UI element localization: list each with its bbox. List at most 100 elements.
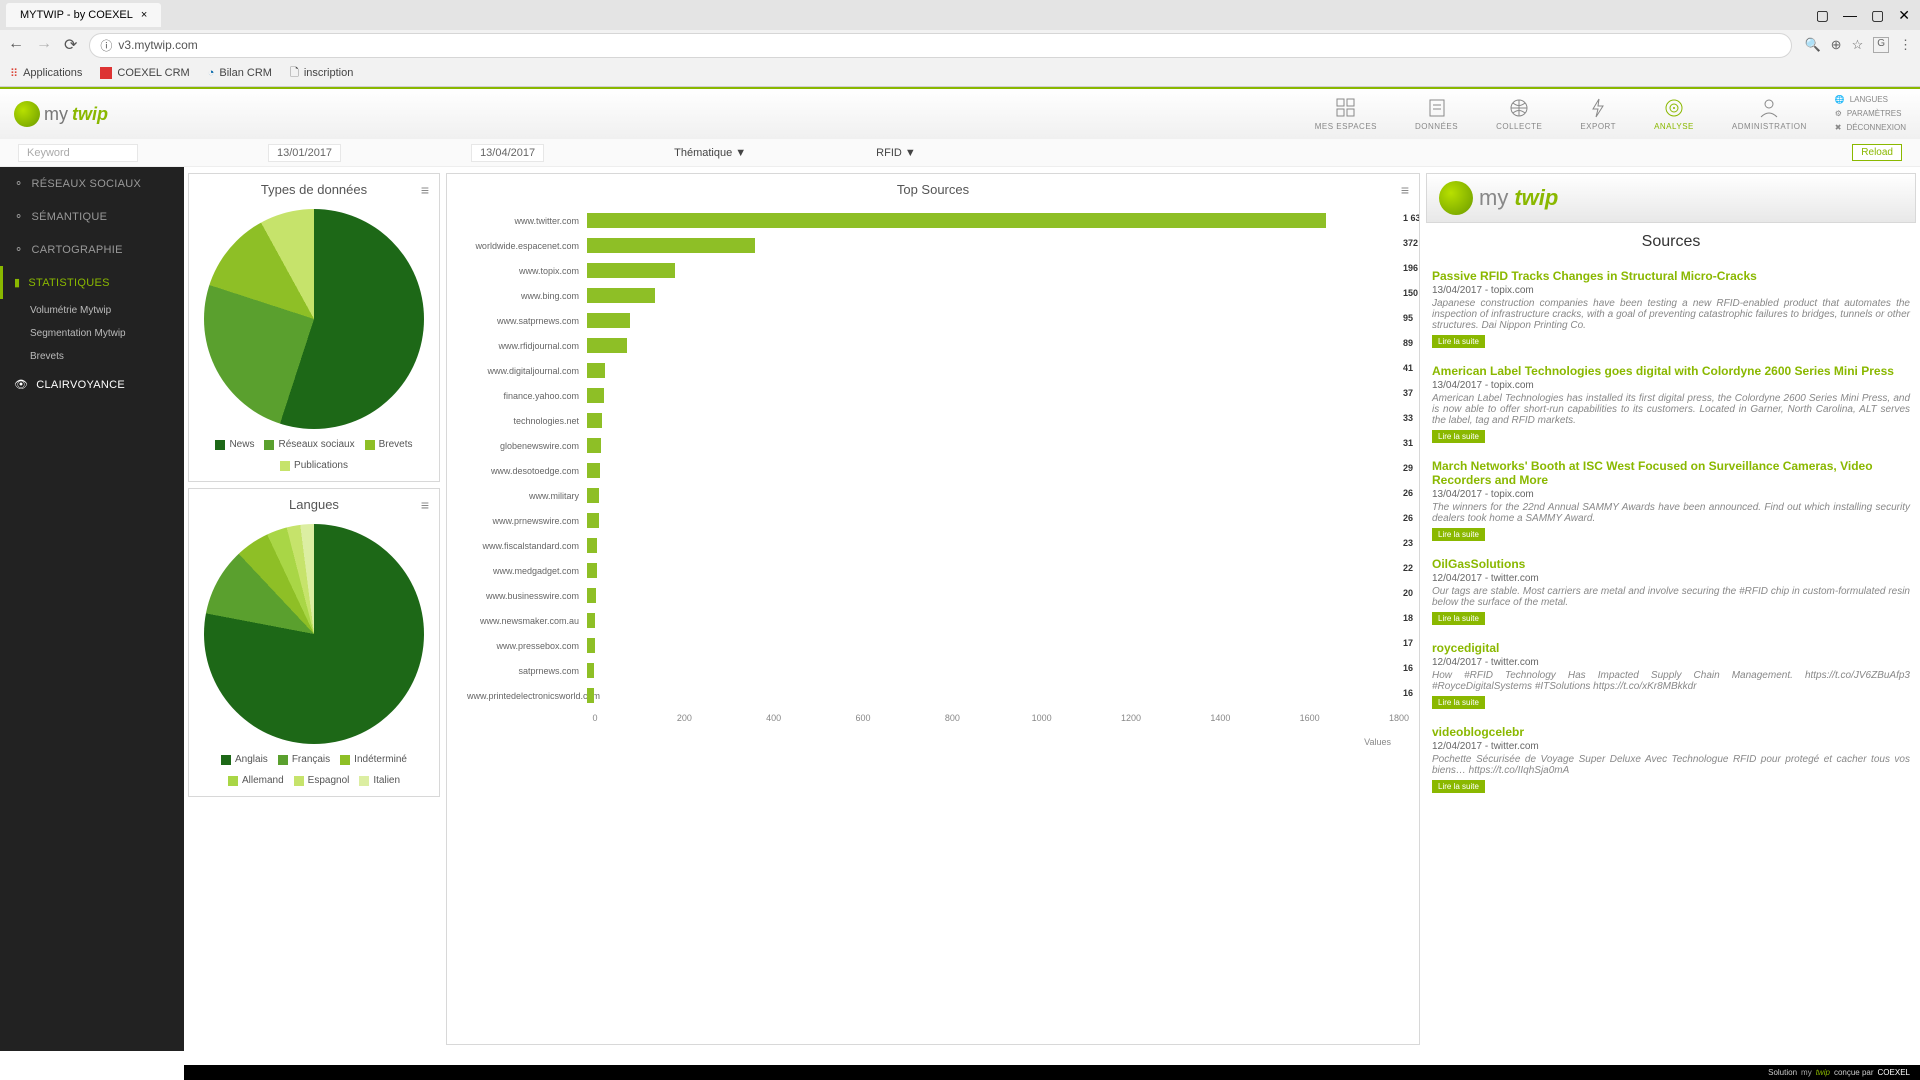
menu-icon[interactable]: ⋮ <box>1899 37 1912 53</box>
tab-bar: MYTWIP - by COEXEL × ▢ — ▢ ✕ <box>0 0 1920 30</box>
bar-fill[interactable]: 31 <box>587 438 601 453</box>
bar-fill[interactable]: 29 <box>587 463 600 478</box>
legend-item[interactable]: Réseaux sociaux <box>264 439 354 450</box>
bar-fill[interactable]: 16 <box>587 688 594 703</box>
util-langues[interactable]: 🌐LANGUES <box>1835 93 1906 107</box>
bar-fill[interactable]: 26 <box>587 488 599 503</box>
legend-item[interactable]: Anglais <box>221 754 268 765</box>
nav-export[interactable]: EXPORT <box>1580 97 1616 131</box>
bar-fill[interactable]: 41 <box>587 363 605 378</box>
util-parametres[interactable]: ⚙PARAMÈTRES <box>1835 107 1906 121</box>
sidebar-item-semantique[interactable]: ⚬SÉMANTIQUE <box>0 200 184 233</box>
article-title[interactable]: Passive RFID Tracks Changes in Structura… <box>1432 269 1910 283</box>
nav-admin[interactable]: ADMINISTRATION <box>1732 97 1807 131</box>
legend-item[interactable]: News <box>215 439 254 450</box>
bar-fill[interactable]: 150 <box>587 288 655 303</box>
user-icon[interactable]: ▢ <box>1816 7 1829 24</box>
bar-fill[interactable]: 26 <box>587 513 599 528</box>
article: March Networks' Booth at ISC West Focuse… <box>1426 451 1916 549</box>
nav-analyse[interactable]: ANALYSE <box>1654 97 1694 131</box>
sidebar-item-statistiques[interactable]: ▮STATISTIQUES <box>0 266 184 299</box>
bar-fill[interactable]: 17 <box>587 638 595 653</box>
bookmark-bilan[interactable]: ◔Bilan CRM <box>208 67 272 79</box>
panel-menu-icon[interactable]: ≡ <box>421 182 429 198</box>
bar-fill[interactable]: 23 <box>587 538 597 553</box>
globe-small-icon: 🌐 <box>1835 93 1845 107</box>
forward-icon[interactable]: → <box>36 35 52 55</box>
bar-value: 372 <box>1403 238 1418 248</box>
article-title[interactable]: American Label Technologies goes digital… <box>1432 364 1910 378</box>
panel-menu-icon[interactable]: ≡ <box>421 497 429 513</box>
bar-fill[interactable]: 372 <box>587 238 755 253</box>
app-logo[interactable]: mytwip <box>14 101 108 127</box>
bar-row: www.printedelectronicsworld.com 16 <box>467 688 1399 703</box>
ext-icon[interactable]: G <box>1873 37 1889 53</box>
nav-collecte[interactable]: COLLECTE <box>1496 97 1542 131</box>
bar-fill[interactable]: 22 <box>587 563 597 578</box>
read-more-button[interactable]: Lire la suite <box>1432 430 1485 443</box>
date-to-input[interactable]: 13/04/2017 <box>471 144 544 162</box>
bar-track: 17 <box>587 638 1399 653</box>
legend-swatch <box>278 755 288 765</box>
bookmark-inscription[interactable]: 🗋inscription <box>290 64 353 83</box>
search-icon[interactable]: 🔍 <box>1804 37 1820 53</box>
article-title[interactable]: videoblogcelebr <box>1432 725 1910 739</box>
legend-item[interactable]: Français <box>278 754 330 765</box>
bar-value: 150 <box>1403 288 1418 298</box>
zoom-icon[interactable]: ⊕ <box>1831 37 1842 53</box>
read-more-button[interactable]: Lire la suite <box>1432 335 1485 348</box>
close-icon[interactable]: × <box>141 9 147 21</box>
read-more-button[interactable]: Lire la suite <box>1432 696 1485 709</box>
article-title[interactable]: roycedigital <box>1432 641 1910 655</box>
thematique-dropdown[interactable]: Thématique ▼ <box>674 147 746 159</box>
bookmark-apps[interactable]: ⠿Applications <box>10 67 82 80</box>
bar-fill[interactable]: 95 <box>587 313 630 328</box>
bookmark-coexel[interactable]: COEXEL CRM <box>100 67 189 79</box>
nav-mes-espaces[interactable]: MES ESPACES <box>1315 97 1377 131</box>
reload-icon[interactable]: ⟳ <box>64 35 77 55</box>
reload-button[interactable]: Reload <box>1852 144 1902 161</box>
bar-label: www.digitaljournal.com <box>467 366 587 376</box>
bar-fill[interactable]: 33 <box>587 413 602 428</box>
legend-item[interactable]: Brevets <box>365 439 413 450</box>
maximize-icon[interactable]: ▢ <box>1871 7 1884 24</box>
legend-item[interactable]: Espagnol <box>294 775 350 786</box>
rfid-dropdown[interactable]: RFID ▼ <box>876 147 916 159</box>
bar-fill[interactable]: 89 <box>587 338 627 353</box>
nav-donnees[interactable]: DONNÉES <box>1415 97 1458 131</box>
legend-item[interactable]: Italien <box>359 775 400 786</box>
panel-menu-icon[interactable]: ≡ <box>1401 182 1409 198</box>
article-title[interactable]: March Networks' Booth at ISC West Focuse… <box>1432 459 1910 487</box>
bar-fill[interactable]: 20 <box>587 588 596 603</box>
sidebar-sub-brevets[interactable]: Brevets <box>0 345 184 368</box>
sidebar-sub-volumetrie[interactable]: Volumétrie Mytwip <box>0 299 184 322</box>
minimize-icon[interactable]: — <box>1843 7 1857 24</box>
bar-fill[interactable]: 196 <box>587 263 675 278</box>
bar-fill[interactable]: 1 638 <box>587 213 1326 228</box>
read-more-button[interactable]: Lire la suite <box>1432 780 1485 793</box>
sidebar-item-clairvoyance[interactable]: 👁CLAIRVOYANCE <box>0 368 184 401</box>
sidebar-sub-segmentation[interactable]: Segmentation Mytwip <box>0 322 184 345</box>
legend-item[interactable]: Indéterminé <box>340 754 407 765</box>
browser-tab[interactable]: MYTWIP - by COEXEL × <box>6 3 161 27</box>
article-title[interactable]: OilGasSolutions <box>1432 557 1910 571</box>
bar-value: 31 <box>1403 438 1413 448</box>
close-window-icon[interactable]: ✕ <box>1898 7 1910 24</box>
keyword-input[interactable]: Keyword <box>18 144 138 162</box>
url-input[interactable]: ⓘ v3.mytwip.com <box>89 33 1792 58</box>
bar-track: 33 <box>587 413 1399 428</box>
sidebar-item-cartographie[interactable]: ⚬CARTOGRAPHIE <box>0 233 184 266</box>
legend-item[interactable]: Publications <box>280 460 348 471</box>
util-deconnexion[interactable]: ✖DÉCONNEXION <box>1835 121 1906 135</box>
star-icon[interactable]: ☆ <box>1852 37 1864 53</box>
bar-row: www.pressebox.com 17 <box>467 638 1399 653</box>
bar-fill[interactable]: 16 <box>587 663 594 678</box>
read-more-button[interactable]: Lire la suite <box>1432 528 1485 541</box>
back-icon[interactable]: ← <box>8 35 24 55</box>
bar-fill[interactable]: 18 <box>587 613 595 628</box>
bar-fill[interactable]: 37 <box>587 388 604 403</box>
read-more-button[interactable]: Lire la suite <box>1432 612 1485 625</box>
date-from-input[interactable]: 13/01/2017 <box>268 144 341 162</box>
legend-item[interactable]: Allemand <box>228 775 284 786</box>
sidebar-item-reseaux[interactable]: ⚬RÉSEAUX SOCIAUX <box>0 167 184 200</box>
